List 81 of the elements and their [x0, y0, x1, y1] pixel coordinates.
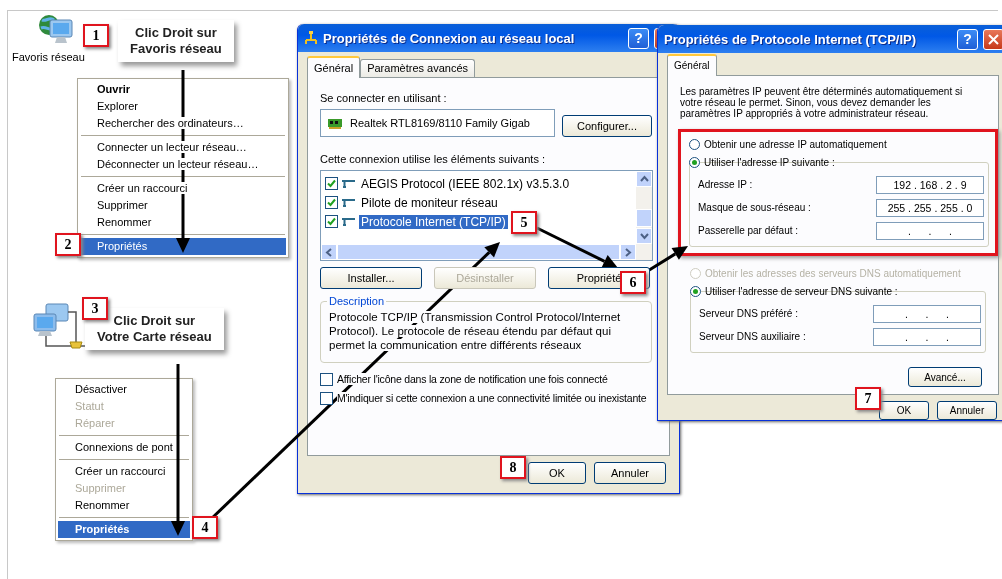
menu-item[interactable]: Propriétés — [58, 521, 190, 538]
ip-address-field[interactable]: 192 . 168 . 2 . 9 — [876, 175, 984, 194]
checkbox[interactable] — [320, 392, 333, 405]
icon-label: Favoris réseau — [12, 51, 85, 63]
ip-address-field[interactable]: . . . — [876, 221, 984, 240]
network-icon — [304, 31, 318, 45]
list-item[interactable]: AEGIS Protocol (IEEE 802.1x) v3.5.3.0 — [359, 176, 572, 191]
help-button[interactable]: ? — [957, 28, 978, 50]
field-label: Serveur DNS auxiliaire : — [699, 331, 806, 342]
group-title: Description — [327, 295, 387, 307]
horizontal-scrollbar[interactable] — [321, 244, 636, 260]
checkbox[interactable] — [325, 215, 338, 228]
scroll-up-icon[interactable] — [639, 175, 649, 183]
ok-button[interactable]: OK — [879, 400, 929, 420]
step-badge: 5 — [511, 211, 537, 234]
scrollbar-corner — [636, 244, 652, 260]
step-badge: 2 — [55, 233, 81, 256]
checkbox[interactable] — [325, 177, 338, 190]
ip-address-field[interactable]: . . . — [873, 304, 981, 323]
step-badge: 3 — [82, 297, 108, 320]
protocol-icon — [341, 197, 356, 208]
checkbox[interactable] — [325, 196, 338, 209]
scroll-right-icon[interactable] — [624, 247, 632, 257]
ip-address-field[interactable]: 255 . 255 . 255 . 0 — [876, 198, 984, 217]
menu-item[interactable]: Propriétés — [80, 238, 286, 255]
step-badge: 4 — [192, 516, 218, 539]
field-label: Se connecter en utilisant : — [320, 92, 448, 104]
radio-button[interactable] — [689, 138, 700, 150]
close-icon — [987, 32, 1000, 46]
network-card-icon — [328, 116, 344, 130]
window-title: Propriétés de Protocole Internet (TCP/IP) — [664, 31, 918, 47]
step-badge: 7 — [855, 387, 881, 410]
step-badge: 1 — [83, 24, 109, 47]
checkbox-label: M'indiquer si cette connexion a une connectivité limitée ou inexistante — [337, 392, 647, 404]
tab[interactable]: Général — [667, 54, 717, 76]
menu-item[interactable]: Ouvrir — [80, 81, 286, 98]
field-label: Adresse IP : — [698, 179, 753, 190]
menu-item[interactable]: Explorer — [80, 98, 286, 115]
install-button[interactable]: Installer... — [320, 267, 422, 289]
intro-text: Les paramètres IP peuvent être déterminés automatiquement si votre réseau le permet. Sinon, vous devez demander les paramètres IP appropriés à votre administrateur réseau. — [680, 86, 964, 120]
cancel-button[interactable]: Annuler — [937, 400, 997, 420]
radio-label[interactable]: Obtenir une adresse IP automatiquement — [704, 138, 887, 150]
radio-label[interactable]: Utiliser l'adresse IP suivante : — [704, 156, 835, 168]
window-title: Propriétés de Connexion au réseau local — [323, 30, 576, 46]
configure-button[interactable]: Configurer... — [562, 115, 652, 137]
close-button[interactable] — [983, 28, 1002, 50]
radio-label[interactable]: Utiliser l'adresse de serveur DNS suivante : — [705, 285, 898, 297]
ip-address-field[interactable]: . . . — [873, 327, 981, 346]
vertical-scrollbar[interactable] — [636, 171, 652, 244]
field-label: Cette connexion utilise les éléments suivants : — [320, 153, 546, 165]
adapter-name: Realtek RTL8169/8110 Family Gigab — [350, 117, 530, 129]
list-item[interactable]: Pilote de moniteur réseau — [359, 195, 500, 210]
menu-item[interactable]: Supprimer — [80, 197, 286, 214]
menu-item[interactable]: Désactiver — [58, 381, 190, 398]
field-label: Masque de sous-réseau : — [698, 202, 811, 213]
help-button[interactable]: ? — [628, 27, 649, 49]
callout-text: Clic Droit sur Favoris réseau — [118, 20, 234, 62]
network-computer-icon[interactable] — [38, 12, 74, 44]
checkbox-label: Afficher l'icône dans la zone de notification une fois connecté — [337, 373, 608, 385]
radio-button[interactable] — [690, 285, 701, 297]
tab[interactable]: Paramètres avancés — [360, 59, 476, 77]
radio-button[interactable] — [689, 156, 700, 168]
menu-item[interactable]: Renommer — [80, 214, 286, 231]
cancel-button[interactable]: Annuler — [594, 461, 666, 484]
ok-button[interactable]: OK — [528, 461, 586, 484]
advanced-button[interactable]: Avancé... — [908, 367, 982, 387]
menu-item[interactable]: Créer un raccourci — [80, 180, 286, 197]
protocol-icon — [341, 178, 356, 189]
step-badge: 6 — [620, 271, 646, 294]
checkbox[interactable] — [320, 373, 333, 386]
scroll-left-icon[interactable] — [325, 247, 333, 257]
tab[interactable]: Général — [307, 56, 361, 78]
list-item[interactable]: Protocole Internet (TCP/IP) — [359, 214, 508, 229]
field-label: Serveur DNS préféré : — [699, 308, 798, 319]
field-label: Passerelle par défaut : — [698, 225, 799, 236]
menu-item[interactable]: Créer un raccourci — [58, 463, 190, 480]
scroll-down-icon[interactable] — [639, 232, 649, 240]
protocol-icon — [341, 216, 356, 227]
menu-item[interactable]: Renommer — [58, 497, 190, 514]
description-text: Protocole TCP/IP (Transmission Control Protocol/Internet Protocol). Le protocole de réseau étendu par défaut qui permet la communication entre différents réseaux — [329, 310, 622, 352]
step-badge: 8 — [500, 456, 526, 479]
